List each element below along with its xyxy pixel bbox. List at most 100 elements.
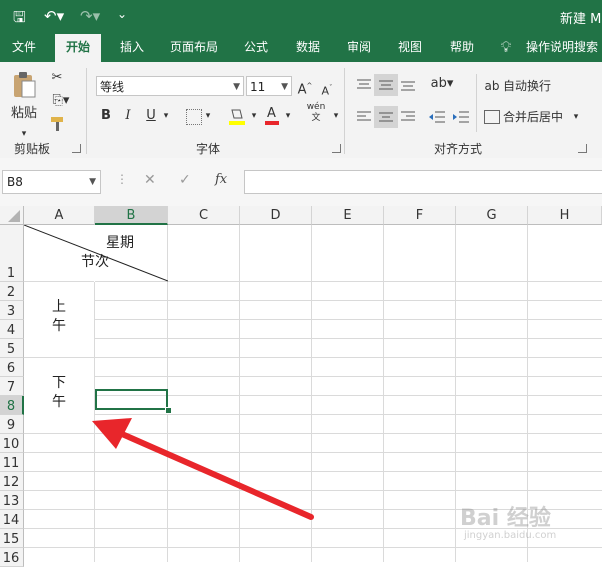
- tab-home[interactable]: 开始: [55, 34, 101, 62]
- select-all-button[interactable]: [0, 206, 24, 225]
- decrease-indent-icon[interactable]: [428, 109, 446, 125]
- customize-quick-access-icon[interactable]: ⌄: [117, 7, 127, 21]
- gridline: [24, 490, 602, 491]
- font-color-dropdown-icon[interactable]: ▾: [282, 106, 294, 126]
- row-header-4[interactable]: 4: [0, 320, 24, 339]
- column-header-h[interactable]: H: [528, 206, 602, 225]
- gridline: [95, 414, 602, 415]
- ribbon-tabs: 文件 开始 插入 页面布局 公式 数据 审阅 视图 帮助 💡︎ 操作说明搜索: [0, 34, 602, 62]
- decrease-font-size-icon[interactable]: Aˇ: [320, 78, 334, 102]
- merge-center-button[interactable]: 合并后居中: [503, 107, 575, 127]
- row-header-5[interactable]: 5: [0, 339, 24, 358]
- fill-handle[interactable]: [165, 407, 172, 414]
- font-name-dropdown[interactable]: 等线 ▼: [96, 76, 244, 96]
- increase-indent-icon[interactable]: [452, 109, 470, 125]
- fill-color-icon[interactable]: [228, 107, 246, 127]
- row-header-11[interactable]: 11: [0, 453, 24, 472]
- row-header-7[interactable]: 7: [0, 377, 24, 396]
- row-header-12[interactable]: 12: [0, 472, 24, 491]
- name-box[interactable]: B8 ▼: [2, 170, 101, 194]
- column-header-e[interactable]: E: [312, 206, 384, 225]
- column-header-d[interactable]: D: [240, 206, 312, 225]
- row-header-13[interactable]: 13: [0, 491, 24, 510]
- bottom-align-icon[interactable]: [400, 78, 416, 92]
- tab-help[interactable]: 帮助: [440, 34, 484, 62]
- orientation-icon[interactable]: ab▾: [428, 74, 456, 94]
- center-align-icon[interactable]: [374, 106, 398, 128]
- bold-button[interactable]: B: [97, 106, 115, 126]
- font-color-letter: A: [267, 106, 276, 121]
- gridline: [24, 547, 602, 548]
- save-icon[interactable]: 🖫: [13, 7, 26, 32]
- row-header-8[interactable]: 8: [0, 396, 24, 415]
- row-header-6[interactable]: 6: [0, 358, 24, 377]
- paste-button[interactable]: 粘贴: [6, 104, 42, 124]
- column-header-g[interactable]: G: [456, 206, 528, 225]
- wrap-text-button[interactable]: 自动换行: [503, 76, 563, 96]
- row-number: 3: [6, 304, 16, 319]
- formula-input[interactable]: [244, 170, 602, 194]
- phonetic-dropdown-icon[interactable]: ▾: [330, 106, 342, 126]
- column-header-c[interactable]: C: [168, 206, 240, 225]
- more-icon: ⋮: [116, 172, 128, 186]
- font-color-icon[interactable]: A: [264, 106, 280, 126]
- row-header-3[interactable]: 3: [0, 301, 24, 320]
- redo-icon[interactable]: ↷▾: [80, 7, 100, 25]
- cancel-icon[interactable]: ✕: [144, 172, 156, 188]
- row-header-10[interactable]: 10: [0, 434, 24, 453]
- name-box-value: B8: [7, 175, 23, 189]
- column-header-a[interactable]: A: [24, 206, 95, 225]
- alignment-group-label: 对齐方式: [434, 142, 483, 156]
- group-divider: [344, 68, 345, 154]
- cut-icon[interactable]: ✂: [47, 68, 67, 88]
- align-right-icon[interactable]: [400, 110, 416, 124]
- row-header-14[interactable]: 14: [0, 510, 24, 529]
- underline-button[interactable]: U: [142, 106, 160, 126]
- row-header-1[interactable]: 1: [0, 225, 24, 282]
- insert-function-button[interactable]: fx: [215, 172, 227, 187]
- row-header-15[interactable]: 15: [0, 529, 24, 548]
- fill-color-dropdown-icon[interactable]: ▾: [248, 106, 260, 126]
- watermark-url: jingyan.baidu.com: [464, 530, 557, 541]
- tab-review[interactable]: 审阅: [337, 34, 381, 62]
- tab-insert[interactable]: 插入: [110, 34, 154, 62]
- row-header-2[interactable]: 2: [0, 282, 24, 301]
- paste-icon[interactable]: [11, 71, 37, 99]
- tell-me-search[interactable]: 操作说明搜索: [526, 34, 602, 62]
- phonetic-guide-icon[interactable]: wén 文: [304, 102, 328, 124]
- borders-dropdown-icon[interactable]: ▾: [202, 106, 214, 126]
- row-number: 11: [2, 456, 20, 471]
- column-header-b[interactable]: B: [95, 206, 168, 225]
- undo-icon[interactable]: ↶▾: [44, 7, 64, 25]
- merge-center-dropdown-icon[interactable]: ▾: [570, 107, 582, 127]
- column-header-f[interactable]: F: [384, 206, 456, 225]
- gridline: [95, 319, 602, 320]
- active-cell-b8[interactable]: [95, 389, 168, 410]
- tab-page-layout[interactable]: 页面布局: [162, 34, 226, 62]
- enter-icon[interactable]: ✓: [179, 172, 191, 188]
- align-left-icon[interactable]: [356, 110, 372, 124]
- alignment-dialog-launcher-icon[interactable]: [578, 144, 587, 153]
- tab-formulas[interactable]: 公式: [234, 34, 278, 62]
- italic-button[interactable]: I: [119, 106, 137, 126]
- borders-icon[interactable]: [186, 109, 202, 125]
- row-number: 5: [6, 342, 16, 357]
- wrap-text-icon[interactable]: ab: [484, 76, 500, 96]
- format-painter-icon[interactable]: [48, 115, 66, 133]
- font-size-dropdown[interactable]: 11 ▼: [246, 76, 292, 96]
- tab-view[interactable]: 视图: [388, 34, 432, 62]
- tab-file[interactable]: 文件: [2, 34, 46, 62]
- row-header-16[interactable]: 16: [0, 548, 24, 567]
- clipboard-dialog-launcher-icon[interactable]: [72, 144, 81, 153]
- increase-font-size-icon[interactable]: A^: [297, 76, 313, 100]
- middle-align-icon[interactable]: [374, 74, 398, 96]
- font-size-value: 11: [250, 80, 266, 94]
- underline-dropdown-icon[interactable]: ▾: [160, 106, 172, 126]
- row-header-9[interactable]: 9: [0, 415, 24, 434]
- tab-data[interactable]: 数据: [286, 34, 330, 62]
- row-number: 6: [6, 361, 16, 376]
- top-align-icon[interactable]: [356, 78, 372, 92]
- font-dialog-launcher-icon[interactable]: [332, 144, 341, 153]
- merge-center-icon[interactable]: [484, 110, 500, 124]
- copy-icon[interactable]: ⎘▾: [47, 91, 75, 111]
